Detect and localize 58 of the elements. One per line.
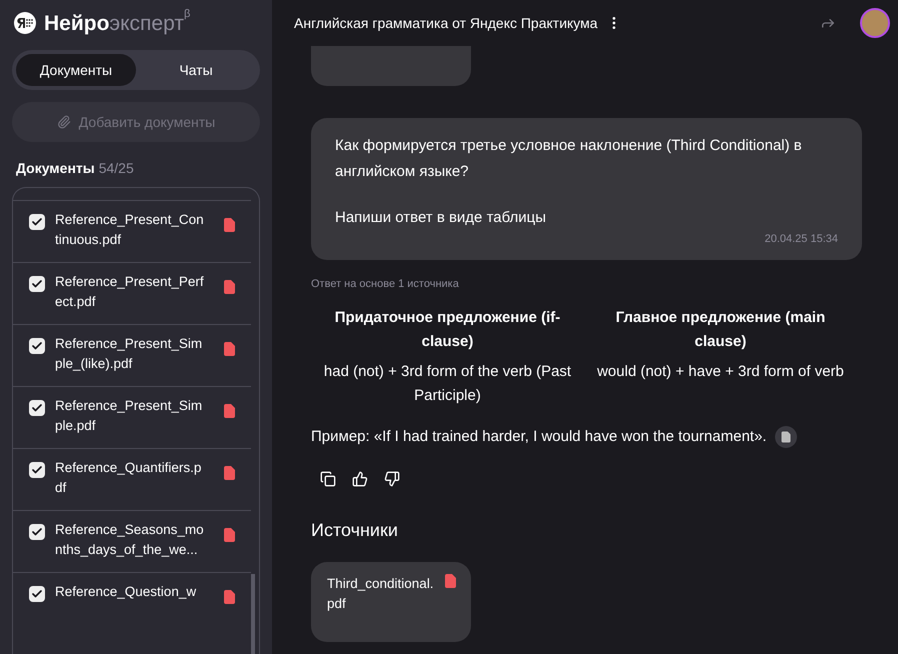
pdf-file-icon [224,218,235,232]
check-icon [31,402,43,414]
sources-title: Источники [311,518,399,542]
pdf-file-icon [445,574,456,588]
pdf-file-icon [224,590,235,604]
table-cell-text: would (not) + have + 3rd form of verb [596,362,845,382]
document-name[interactable]: Reference_Present_Perfect.pdf [55,272,205,312]
checkbox[interactable] [29,276,45,292]
checkbox[interactable] [29,586,45,602]
document-name[interactable]: Reference_Present_Simple_(like).pdf [55,334,205,374]
documents-title: Документы [16,159,95,178]
checkbox[interactable] [29,462,45,478]
table-header: Главное предложение (main clause) [614,308,826,352]
pdf-file-icon [224,342,235,356]
logo-text-light: эксперт [109,12,184,34]
check-icon [31,216,43,228]
scrollbar[interactable] [251,574,255,654]
checkbox[interactable] [29,524,45,540]
logo-icon [14,12,36,34]
thumbs-up-icon[interactable] [352,470,368,486]
tab[interactable]: Чаты [136,54,256,86]
table-cell-text: had (not) + 3rd form of the verb (Past Participle) [322,362,572,406]
source-card[interactable]: Third_conditional.pdf [311,562,471,642]
message-time: 20.04.25 15:34 [764,232,838,247]
table-header: Придаточное предложение (if-clause) [334,308,562,352]
document-name[interactable]: Reference_Quantifiers.pdf [55,458,205,498]
document-name[interactable]: Reference_Seasons_months_days_of_the_we... [55,520,205,560]
checkbox[interactable] [29,400,45,416]
pdf-file-icon [224,528,235,542]
checkbox[interactable] [29,338,45,354]
paperclip-icon [56,115,71,129]
avatar[interactable] [860,8,890,38]
pdf-file-icon [224,466,235,480]
source-note: Ответ на основе 1 источника [311,276,460,292]
question-text: Напиши ответ в виде таблицы [335,208,548,228]
document-icon [780,431,792,444]
beta-mark: β [184,8,190,20]
logo-text: Нейро [44,12,110,34]
check-icon [31,526,43,538]
check-icon [31,464,43,476]
document-name[interactable]: Reference_Present_Continuous.pdf [55,210,205,250]
checkbox[interactable] [29,214,45,230]
check-icon [31,340,43,352]
example-text: Пример: «If I had trained harder, I would have won the tournament». [311,427,767,447]
check-icon [31,588,43,600]
document-name[interactable]: Reference_Question_w [55,582,205,602]
copy-icon[interactable] [320,470,336,486]
chat-title: Английская грамматика от Яндекс Практикума [294,14,598,33]
source-name: Third_conditional.pdf [327,574,435,613]
source-link-button[interactable] [774,426,797,448]
document-name[interactable]: Reference_Present_Simple.pdf [55,396,205,436]
tab[interactable]: Документы [16,54,136,86]
pdf-file-icon [224,404,235,418]
question-text: Как формируется третье условное наклонение (Third Conditional) в английском языке? [335,136,803,182]
pdf-file-icon [224,280,235,294]
documents-count: 54/25 [98,159,134,178]
thumbs-down-icon[interactable] [384,470,400,486]
check-icon [31,278,43,290]
